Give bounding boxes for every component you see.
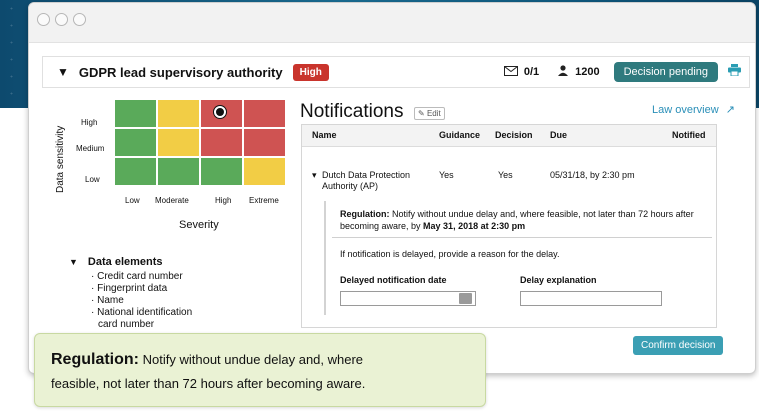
law-overview-link[interactable]: Law overview ↗ — [652, 103, 735, 116]
external-link-icon: ↗ — [725, 104, 735, 116]
detail-rule — [324, 201, 326, 315]
list-item: · National identification — [91, 307, 193, 318]
users-count: 1200 — [575, 66, 600, 78]
column-header-decision[interactable]: Decision — [495, 130, 533, 140]
column-header-due[interactable]: Due — [550, 130, 567, 140]
decision-value: Yes — [498, 170, 513, 180]
user-icon — [557, 63, 569, 81]
matrix-cell — [157, 157, 200, 186]
matrix-cell — [114, 128, 157, 157]
column-header-notified[interactable]: Notified — [672, 130, 706, 140]
delay-prompt: If notification is delayed, provide a re… — [340, 249, 560, 259]
callout-text-line2: feasible, not later than 72 hours after … — [51, 376, 366, 391]
authority-name: Dutch Data Protection — [322, 170, 411, 180]
maximize-window-icon[interactable] — [73, 13, 86, 26]
messages-count: 0/1 — [523, 66, 540, 78]
guidance-value: Yes — [439, 170, 454, 180]
matrix-cell — [200, 128, 243, 157]
app-window: ▼ GDPR lead supervisory authority High 0… — [28, 2, 756, 374]
data-elements-header[interactable]: ▼ Data elements — [69, 256, 163, 268]
confirm-decision-button[interactable]: Confirm decision — [633, 336, 724, 355]
decision-status-button[interactable]: Decision pending — [613, 62, 718, 82]
x-level-low: Low — [125, 196, 140, 205]
matrix-cell — [114, 99, 157, 128]
delayed-date-input[interactable] — [340, 291, 476, 306]
y-level-low: Low — [85, 175, 100, 184]
regulation-callout: Regulation: Notify without undue delay a… — [34, 333, 486, 407]
x-level-high: High — [215, 196, 232, 205]
y-axis-label: Data sensitivity — [55, 125, 66, 193]
notifications-table: Name Guidance Decision Due Notified ▾ Du… — [301, 124, 717, 328]
x-level-extreme: Extreme — [249, 196, 279, 205]
matrix-cell — [157, 99, 200, 128]
print-icon[interactable] — [728, 63, 741, 81]
y-level-medium: Medium — [76, 144, 105, 153]
close-window-icon[interactable] — [37, 13, 50, 26]
matrix-cell — [243, 128, 286, 157]
expand-row-icon[interactable]: ▾ — [312, 170, 317, 181]
edit-button[interactable]: ✎ Edit — [414, 107, 445, 120]
list-item: · Name — [91, 295, 124, 306]
matrix-cell — [157, 128, 200, 157]
x-axis-label: Severity — [179, 219, 219, 231]
mail-icon[interactable] — [503, 63, 518, 81]
calendar-icon[interactable] — [459, 293, 472, 304]
callout-title: Regulation: — [51, 351, 139, 368]
table-header: Name Guidance Decision Due Notified — [302, 125, 716, 147]
delay-explanation-label: Delay explanation — [520, 275, 597, 285]
page-title: GDPR lead supervisory authority — [78, 64, 283, 80]
column-header-guidance[interactable]: Guidance — [439, 130, 480, 140]
collapse-triangle-icon[interactable]: ▼ — [57, 65, 69, 79]
matrix-cell — [200, 157, 243, 186]
delayed-date-label: Delayed notification date — [340, 275, 447, 285]
divider — [332, 237, 712, 238]
list-item: · Credit card number — [91, 271, 183, 282]
callout-text-line1: Notify without undue delay and, where — [142, 352, 364, 367]
notifications-title: Notifications — [300, 101, 404, 122]
y-level-high: High — [81, 118, 98, 127]
delay-explanation-input[interactable] — [520, 291, 662, 306]
authority-name-line2: Authority (AP) — [322, 181, 379, 191]
matrix-cell — [243, 157, 286, 186]
matrix-cell — [114, 157, 157, 186]
list-item: card number — [98, 319, 155, 330]
matrix-cell — [243, 99, 286, 128]
risk-badge: High — [292, 63, 329, 81]
list-item: · Fingerprint data — [91, 283, 168, 294]
x-level-moderate: Moderate — [155, 196, 189, 205]
title-bar — [29, 3, 755, 43]
authority-header: ▼ GDPR lead supervisory authority High 0… — [42, 56, 750, 88]
collapse-triangle-icon[interactable]: ▼ — [69, 257, 78, 267]
column-header-name[interactable]: Name — [312, 130, 337, 140]
due-value: 05/31/18, by 2:30 pm — [550, 170, 635, 180]
regulation-detail: Regulation: Notify without undue delay a… — [340, 209, 694, 231]
risk-marker[interactable] — [213, 105, 226, 118]
minimize-window-icon[interactable] — [55, 13, 68, 26]
